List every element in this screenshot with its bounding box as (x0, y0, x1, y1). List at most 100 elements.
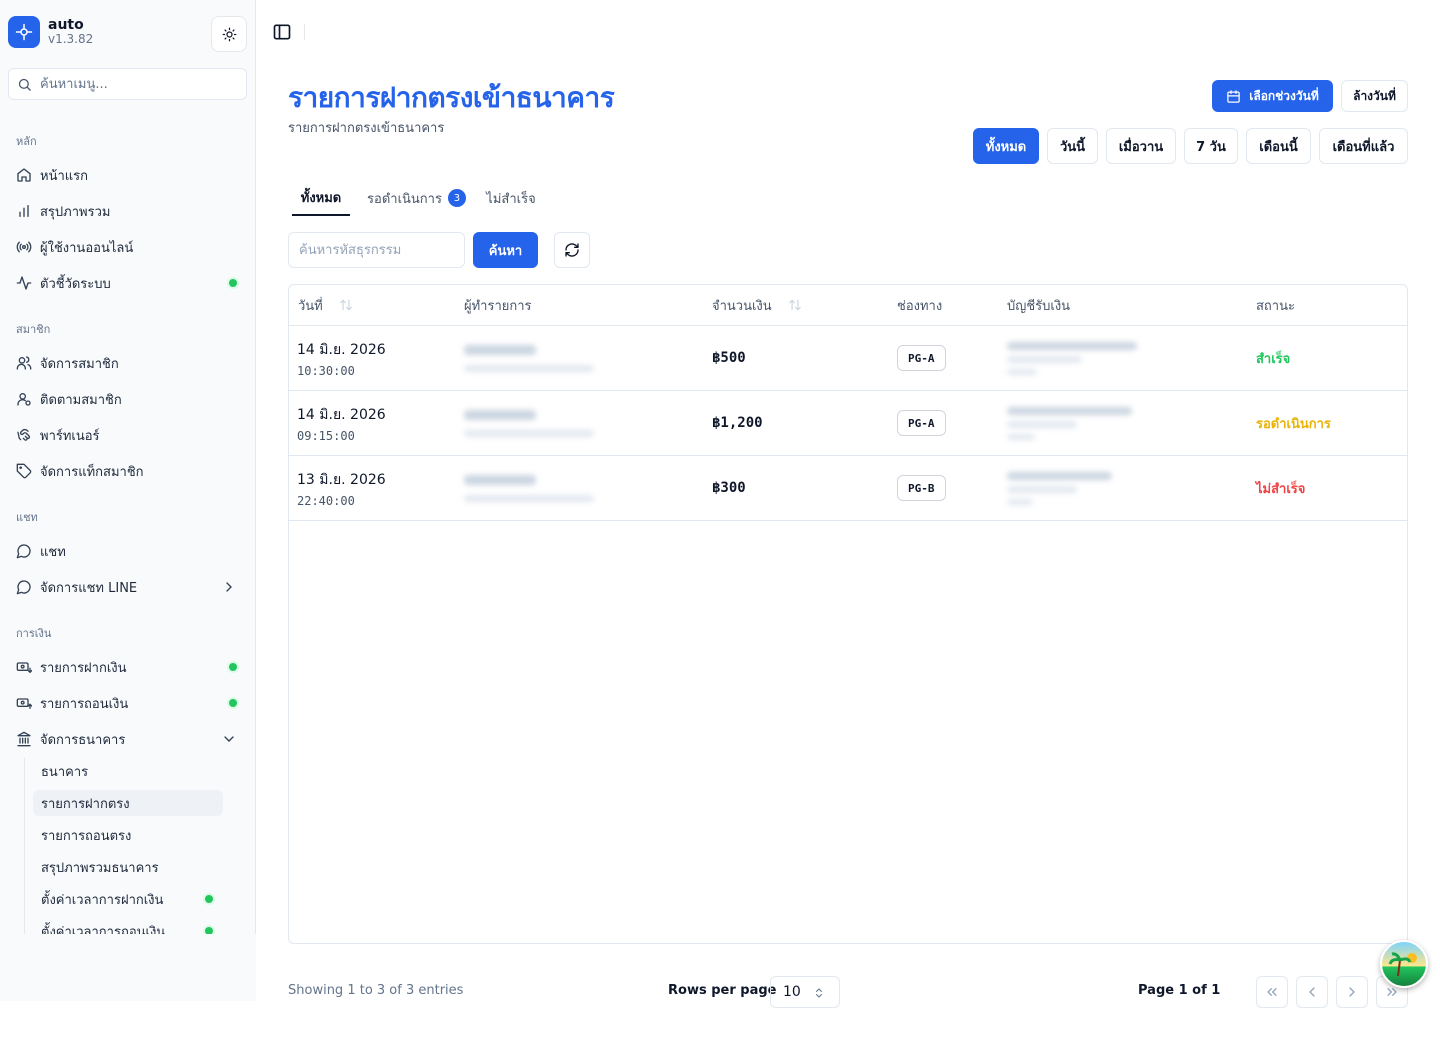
group-label-main: หลัก (16, 135, 37, 148)
search-icon (18, 78, 31, 91)
support-avatar-icon[interactable] (1380, 940, 1428, 988)
menu-search[interactable] (8, 68, 247, 100)
preset-this-month-button[interactable]: เดือนนี้ (1246, 128, 1311, 164)
row-time: 22:40:00 (297, 493, 355, 508)
chevron-right-icon (1349, 987, 1355, 997)
sidebar-item-label: รายการฝากเงิน (40, 660, 127, 676)
refresh-button[interactable] (554, 232, 590, 268)
column-header-status: สถานะ (1256, 298, 1295, 314)
message-circle-icon (16, 543, 32, 559)
next-page-button[interactable] (1336, 976, 1368, 1008)
home-icon (16, 167, 32, 183)
sidebar-toggle-button[interactable] (272, 22, 292, 42)
sidebar-subitem-direct-withdrawals[interactable]: รายการถอนตรง (33, 822, 223, 848)
row-payer-redacted (464, 456, 594, 520)
message-circle-icon (16, 579, 32, 595)
status-dot (229, 663, 237, 671)
sidebar-item-manage-members[interactable]: จัดการสมาชิก (8, 347, 247, 379)
sidebar-item-system-metrics[interactable]: ตัวชี้วัดระบบ (8, 267, 247, 299)
cash-out-icon (16, 695, 32, 711)
transaction-search-input[interactable] (288, 232, 465, 268)
sidebar-item-label: รายการถอนเงิน (40, 696, 129, 712)
column-header-date[interactable]: วันที่ (298, 285, 353, 325)
row-channel: PG-A (897, 345, 946, 371)
tab-pending[interactable]: รอดำเนินการ 3 (364, 180, 469, 216)
clear-date-button[interactable]: ล้างวันที่ (1341, 80, 1408, 112)
rows-per-page-label: Rows per page (668, 983, 777, 998)
panel-left-icon (273, 24, 291, 40)
calendar-icon (1227, 89, 1240, 103)
pick-date-range-button[interactable]: เลือกช่วงวันที่ (1212, 80, 1333, 112)
sidebar-item-track-members[interactable]: ติดตามสมาชิก (8, 383, 247, 415)
row-time: 09:15:00 (297, 428, 355, 443)
app-logo-icon (8, 16, 40, 48)
user-search-icon (16, 391, 32, 407)
row-status: ไม่สำเร็จ (1256, 481, 1306, 497)
sidebar-subitem-direct-deposits[interactable]: รายการฝากตรง (33, 790, 223, 816)
row-channel: PG-B (897, 475, 946, 501)
row-account-redacted (1007, 326, 1137, 390)
sidebar-subitem-deposit-schedule[interactable]: ตั้งค่าเวลาการฝากเงิน (33, 886, 223, 912)
row-amount: ฿300 (712, 480, 746, 496)
sidebar-item-online-users[interactable]: ผู้ใช้งานออนไลน์ (8, 231, 247, 263)
row-date: 14 มิ.ย. 2026 (297, 341, 386, 358)
sidebar-item-line-chat[interactable]: จัดการแชท LINE (8, 571, 247, 603)
cash-in-icon (16, 659, 32, 675)
broadcast-icon (16, 239, 32, 255)
sort-icon (788, 299, 801, 311)
row-time: 10:30:00 (297, 363, 355, 378)
preset-all-button[interactable]: ทั้งหมด (973, 128, 1039, 164)
page-indicator: Page 1 of 1 (1138, 983, 1221, 998)
table-row[interactable]: 14 มิ.ย. 2026 10:30:00 ฿500 PG-A สำเร็จ (289, 326, 1407, 391)
sidebar-subitem-bank-overview[interactable]: สรุปภาพรวมธนาคาร (33, 854, 223, 880)
column-header-channel: ช่องทาง (897, 298, 943, 314)
brand[interactable]: auto v1.3.82 (8, 16, 93, 48)
rows-per-page-select[interactable]: 10 (770, 976, 840, 1008)
group-label-finance: การเงิน (16, 627, 52, 640)
preset-yesterday-button[interactable]: เมื่อวาน (1106, 128, 1176, 164)
sidebar-item-withdrawals[interactable]: รายการถอนเงิน (8, 687, 247, 719)
sidebar-item-label: จัดการธนาคาร (40, 732, 126, 748)
sidebar-item-label: หน้าแรก (40, 168, 88, 184)
column-header-amount[interactable]: จำนวนเงิน (712, 285, 802, 325)
sidebar-item-overview[interactable]: สรุปภาพรวม (8, 195, 247, 227)
sidebar-item-member-tags[interactable]: จัดการแท็กสมาชิก (8, 455, 247, 487)
preset-last-month-button[interactable]: เดือนที่แล้ว (1319, 128, 1408, 164)
sidebar-item-label: แชท (40, 544, 66, 560)
sidebar-subitem-banks[interactable]: ธนาคาร (33, 758, 223, 784)
column-header-account: บัญชีรับเงิน (1007, 298, 1071, 314)
status-dot (205, 895, 213, 903)
tab-pending-label: รอดำเนินการ (367, 191, 442, 207)
app-version: v1.3.82 (48, 32, 94, 47)
bank-icon (16, 731, 32, 747)
chevrons-up-down-icon (816, 988, 822, 998)
row-amount: ฿500 (712, 350, 746, 366)
menu-search-input[interactable] (40, 76, 235, 92)
column-header-payer: ผู้ทำรายการ (464, 298, 532, 314)
preset-today-button[interactable]: วันนี้ (1047, 128, 1098, 164)
sidebar-item-bank-management[interactable]: จัดการธนาคาร (8, 723, 247, 755)
previous-page-button[interactable] (1296, 976, 1328, 1008)
row-account-redacted (1007, 456, 1112, 520)
table-row[interactable]: 14 มิ.ย. 2026 09:15:00 ฿1,200 PG-A รอดำเ… (289, 391, 1407, 456)
preset-7days-button[interactable]: 7 วัน (1184, 128, 1238, 164)
pick-date-range-label: เลือกช่วงวันที่ (1249, 88, 1319, 103)
page-subtitle: รายการฝากตรงเข้าธนาคาร (288, 121, 445, 136)
tab-failed[interactable]: ไม่สำเร็จ (484, 180, 538, 216)
sidebar-item-chat[interactable]: แชท (8, 535, 247, 567)
sidebar-footer (0, 934, 256, 1001)
sidebar-item-label: ผู้ใช้งานออนไลน์ (40, 240, 134, 256)
status-dot (229, 279, 237, 287)
theme-toggle-button[interactable] (211, 16, 247, 52)
sidebar-item-partners[interactable]: พาร์ทเนอร์ (8, 419, 247, 451)
refresh-icon (565, 243, 579, 257)
row-payer-redacted (464, 326, 594, 390)
tab-all[interactable]: ทั้งหมด (292, 180, 350, 216)
first-page-button[interactable] (1256, 976, 1288, 1008)
chevron-left-icon (1309, 987, 1315, 997)
sidebar-item-deposits[interactable]: รายการฝากเงิน (8, 651, 247, 683)
search-button[interactable]: ค้นหา (473, 232, 538, 268)
chevrons-left-icon (1267, 988, 1277, 996)
table-row[interactable]: 13 มิ.ย. 2026 22:40:00 ฿300 PG-B ไม่สำเร… (289, 456, 1407, 521)
sidebar-item-home[interactable]: หน้าแรก (8, 159, 247, 191)
